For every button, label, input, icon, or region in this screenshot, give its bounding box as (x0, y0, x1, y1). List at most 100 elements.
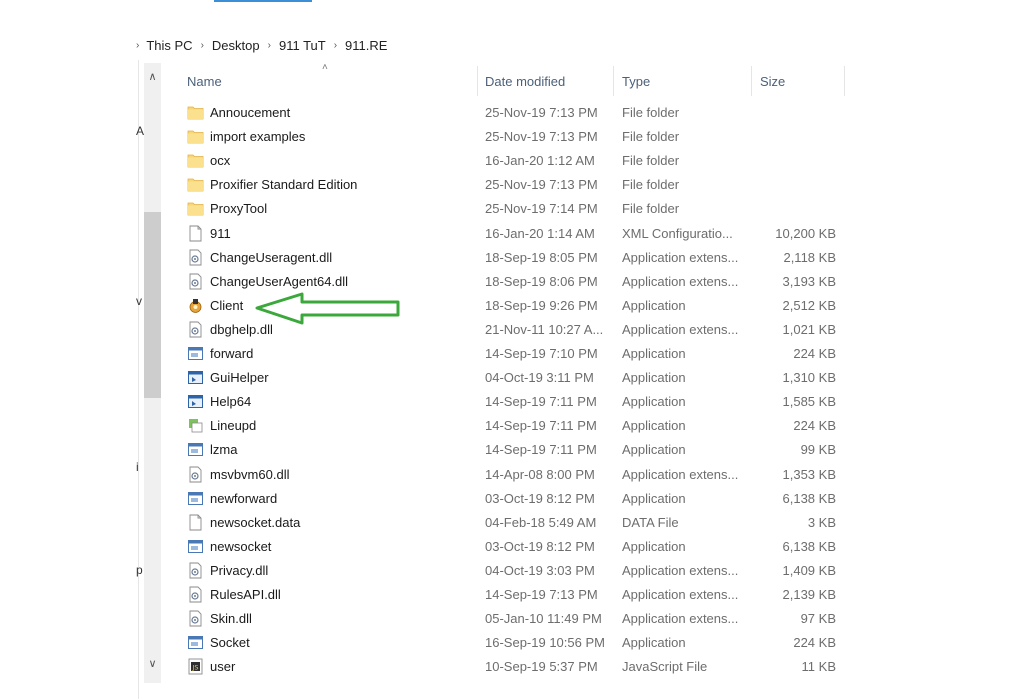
breadcrumb-911-tut[interactable]: 911 TuT (279, 38, 326, 53)
file-row-newsocket[interactable]: newsocket 03-Oct-19 8:12 PM Application 6,1… (177, 535, 845, 559)
file-type: Application extens... (622, 321, 739, 337)
dll-icon (187, 321, 204, 338)
file-type: Application (622, 394, 686, 410)
file-type: Application (622, 635, 686, 651)
file-name: Client (210, 297, 244, 313)
file-size: 1,409 KB (782, 562, 837, 578)
nav-pane-fragment: v (136, 294, 142, 308)
file-date-modified: 16-Jan-20 1:14 AM (485, 225, 595, 241)
column-date-header[interactable]: Date modified (485, 66, 613, 96)
nav-pane-fragment: p (136, 563, 143, 577)
file-size: 224 KB (793, 635, 836, 651)
javascript-file-icon: JS (187, 658, 204, 675)
breadcrumb-911-re[interactable]: 911.RE (345, 38, 387, 53)
column-divider[interactable] (613, 66, 614, 96)
file-date-modified: 05-Jan-10 11:49 PM (485, 611, 602, 627)
file-size (752, 197, 836, 221)
file-row-ocx[interactable]: ocx 16-Jan-20 1:12 AM File folder (177, 149, 845, 173)
column-header: ˄ Name Date modified Type Size (177, 62, 845, 96)
file-date-modified: 18-Sep-19 9:26 PM (485, 297, 598, 313)
file-name: Help64 (210, 394, 252, 410)
scroll-down-icon[interactable]: ∨ (144, 655, 161, 672)
file-row-lzma[interactable]: lzma 14-Sep-19 7:11 PM Application 99 KB (177, 438, 845, 462)
file-size (752, 101, 836, 125)
file-row-skin-dll[interactable]: Skin.dll 05-Jan-10 11:49 PM Application ex… (177, 607, 845, 631)
breadcrumb-chevron-icon[interactable]: › (334, 40, 337, 51)
file-row-import-examples[interactable]: import examples 25-Nov-19 7:13 PM File fol… (177, 125, 845, 149)
file-size: 1,353 KB (782, 466, 837, 482)
file-size: 6,138 KB (782, 490, 837, 506)
dll-icon (187, 249, 204, 266)
file-date-modified: 14-Sep-19 7:11 PM (485, 442, 597, 458)
app-blue-icon (187, 369, 204, 386)
file-date-modified: 21-Nov-11 10:27 A... (485, 321, 604, 337)
column-size-header[interactable]: Size (760, 66, 840, 96)
file-row-guihelper[interactable]: GuiHelper 04-Oct-19 3:11 PM Application 1,3… (177, 366, 845, 390)
app-blue-icon (187, 393, 204, 410)
file-row-lineupd[interactable]: Lineupd 14-Sep-19 7:11 PM Application 224 K… (177, 414, 845, 438)
scroll-up-icon[interactable]: ∧ (144, 68, 161, 85)
file-type: File folder (622, 201, 680, 217)
file-row-changeuseragent-dll[interactable]: ChangeUseragent.dll 18-Sep-19 8:05 PM Appl… (177, 246, 845, 270)
file-date-modified: 10-Sep-19 5:37 PM (485, 659, 598, 675)
nav-scrollbar-thumb[interactable] (144, 212, 161, 398)
file-row-socket[interactable]: Socket 16-Sep-19 10:56 PM Application 224 K… (177, 631, 845, 655)
file-row-newsocket-data[interactable]: newsocket.data 04-Feb-18 5:49 AM DATA File… (177, 511, 845, 535)
file-date-modified: 04-Oct-19 3:03 PM (485, 562, 595, 578)
file-name: Skin.dll (210, 611, 252, 627)
file-size: 6,138 KB (782, 538, 837, 554)
file-row-user[interactable]: JS user 10-Sep-19 5:37 PM JavaScript File 11… (177, 655, 845, 679)
file-date-modified: 14-Sep-19 7:11 PM (485, 418, 597, 434)
file-date-modified: 16-Jan-20 1:12 AM (485, 153, 595, 169)
file-row-msvbvm60-dll[interactable]: msvbvm60.dll 14-Apr-08 8:00 PM Application… (177, 463, 845, 487)
column-name-header[interactable]: Name (187, 66, 477, 96)
file-size: 224 KB (793, 346, 836, 361)
file-row-privacy-dll[interactable]: Privacy.dll 04-Oct-19 3:03 PM Application … (177, 559, 845, 583)
document-icon (187, 225, 204, 242)
breadcrumb-chevron-icon[interactable]: › (201, 40, 204, 51)
column-divider[interactable] (477, 66, 478, 96)
green-app-icon (187, 417, 204, 434)
file-row-help64[interactable]: Help64 14-Sep-19 7:11 PM Application 1,585 … (177, 390, 845, 414)
file-date-modified: 25-Nov-19 7:13 PM (485, 129, 598, 145)
file-size: 1,310 KB (782, 370, 837, 386)
file-row-911[interactable]: 911 16-Jan-20 1:14 AM XML Configuratio... 1… (177, 222, 845, 246)
file-type: Application extens... (622, 611, 739, 627)
app-window-icon (187, 490, 204, 507)
breadcrumb-desktop[interactable]: Desktop (212, 38, 260, 53)
file-name: Annoucement (210, 105, 291, 120)
breadcrumb-this-pc[interactable]: This PC (146, 38, 192, 53)
file-date-modified: 14-Sep-19 7:13 PM (485, 587, 598, 602)
file-size: 3,193 KB (782, 273, 837, 289)
column-divider[interactable] (751, 66, 752, 96)
column-type-header[interactable]: Type (622, 66, 750, 96)
file-row-newforward[interactable]: newforward 03-Oct-19 8:12 PM Application 6,… (177, 487, 845, 511)
column-divider[interactable] (844, 66, 845, 96)
file-date-modified: 14-Sep-19 7:10 PM (485, 346, 598, 361)
file-row-rulesapi-dll[interactable]: RulesAPI.dll 14-Sep-19 7:13 PM Application… (177, 583, 845, 607)
file-type: Application extens... (622, 562, 739, 578)
file-date-modified: 03-Oct-19 8:12 PM (485, 538, 595, 554)
nav-pane-border (138, 60, 139, 699)
file-size (752, 149, 836, 173)
file-row-proxytool[interactable]: ProxyTool 25-Nov-19 7:14 PM File folder (177, 197, 845, 221)
file-name: Lineupd (210, 418, 257, 434)
file-size: 2,139 KB (782, 587, 837, 602)
file-row-changeuseragent64-dll[interactable]: ChangeUserAgent64.dll 18-Sep-19 8:06 PM Ap… (177, 270, 845, 294)
file-row-annoucement[interactable]: Annoucement 25-Nov-19 7:13 PM File folder (177, 101, 845, 125)
app-window-icon (187, 634, 204, 651)
file-type: Application extens... (622, 466, 739, 482)
file-name: 911 (210, 225, 231, 241)
file-size: 97 KB (800, 611, 836, 627)
dll-icon (187, 610, 204, 627)
file-row-forward[interactable]: forward 14-Sep-19 7:10 PM Application 224 K… (177, 342, 845, 366)
breadcrumb-chevron-icon[interactable]: › (268, 40, 271, 51)
file-date-modified: 14-Apr-08 8:00 PM (485, 466, 595, 482)
file-name: GuiHelper (210, 370, 269, 386)
file-type: Application (622, 346, 686, 361)
file-size: 224 KB (793, 418, 836, 434)
file-type: File folder (622, 153, 680, 169)
file-type: Application extens... (622, 587, 739, 602)
file-row-proxifier-standard-edition[interactable]: Proxifier Standard Edition 25-Nov-19 7:13… (177, 173, 845, 197)
file-date-modified: 25-Nov-19 7:13 PM (485, 177, 598, 193)
